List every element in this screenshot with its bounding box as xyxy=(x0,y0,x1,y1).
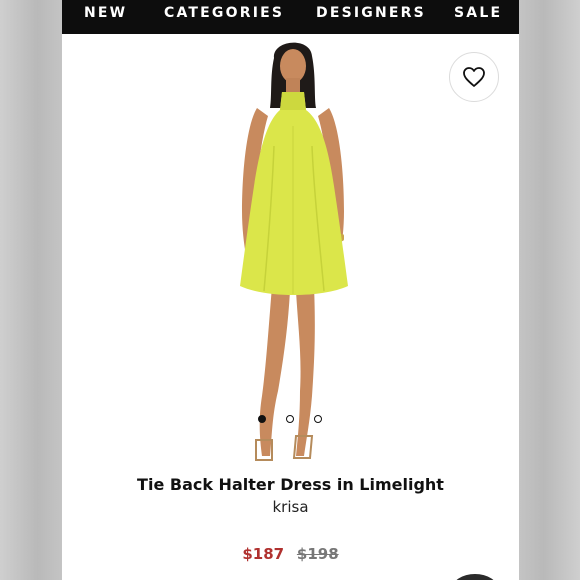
heart-outline-icon xyxy=(463,67,485,87)
carousel-dot-2[interactable] xyxy=(286,415,294,423)
nav-item-new[interactable]: NEW xyxy=(84,5,127,21)
original-price: $198 xyxy=(296,545,339,563)
nav-item-designers[interactable]: DESIGNERS xyxy=(316,5,426,21)
carousel-dot-1[interactable] xyxy=(258,415,266,423)
carousel-dot-3[interactable] xyxy=(314,415,322,423)
image-carousel-dots xyxy=(258,415,328,425)
phone-screen: NEW CATEGORIES DESIGNERS SALE Tie Back H… xyxy=(62,0,519,580)
chat-button[interactable] xyxy=(452,574,498,580)
favorite-button[interactable] xyxy=(449,52,499,102)
product-title: Tie Back Halter Dress in Limelight xyxy=(137,475,444,494)
sale-price: $187 xyxy=(242,545,285,563)
top-navigation: NEW CATEGORIES DESIGNERS SALE xyxy=(62,0,519,34)
nav-item-sale[interactable]: SALE xyxy=(454,5,502,21)
nav-item-categories[interactable]: CATEGORIES xyxy=(164,5,284,21)
background-left xyxy=(0,0,62,580)
price-row: $187 $198 xyxy=(62,545,519,563)
product-brand[interactable]: krisa xyxy=(62,498,519,516)
product-image[interactable] xyxy=(212,36,372,466)
background-right xyxy=(519,0,580,580)
